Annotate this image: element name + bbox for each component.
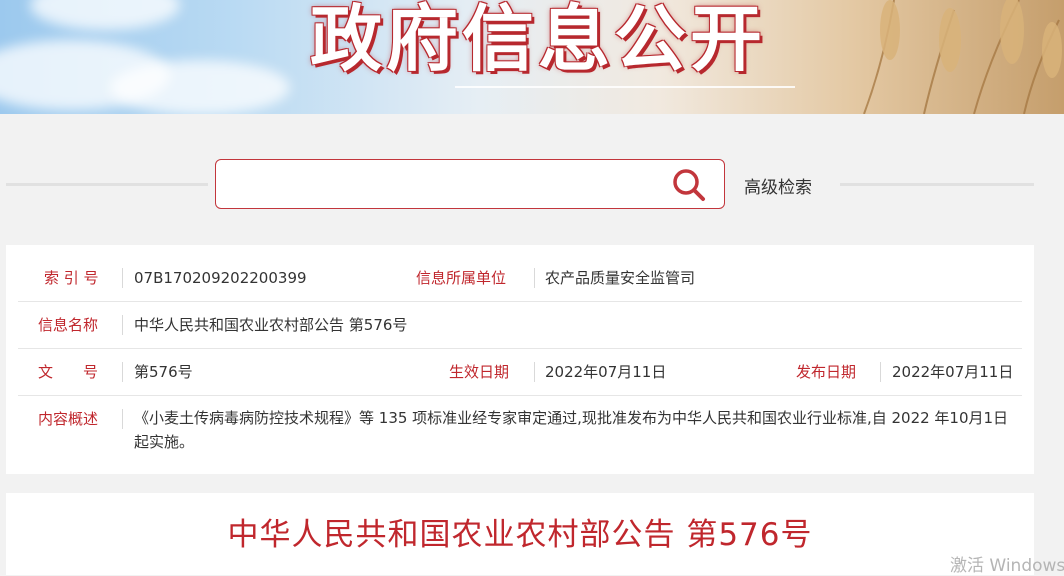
publish-date-label: 发布日期 [796,363,857,381]
document-content: 中华人民共和国农业农村部公告 第576号 [6,493,1034,575]
column-separator [122,315,123,335]
column-separator [534,268,535,288]
unit-value: 农产品质量安全监管司 [545,269,696,287]
banner-title: 政府信息公开 [310,0,767,81]
search-divider-right [840,183,1034,186]
name-value: 中华人民共和国农业农村部公告 第576号 [134,316,408,334]
search-box [215,159,725,209]
search-icon[interactable] [671,167,707,203]
name-label: 信息名称 [38,316,99,334]
wheat-decoration [863,0,1062,114]
docno-value: 第576号 [134,363,193,381]
info-row-summary: 内容概述 《小麦土传病毒病防控技术规程》等 135 项标准业经专家审定通过,现批… [18,396,1022,462]
header-banner: 政府信息公开 [0,0,1064,114]
advanced-search-link[interactable]: 高级检索 [744,173,812,198]
document-title: 中华人民共和国农业农村部公告 第576号 [227,517,813,553]
column-separator [122,409,123,429]
windows-activation-watermark: 激活 Windows [950,556,1064,576]
docno-label: 文 号 [38,363,99,381]
effective-date-label: 生效日期 [449,363,510,381]
summary-value: 《小麦土传病毒病防控技术规程》等 135 项标准业经专家审定通过,现批准发布为中… [134,409,1009,451]
column-separator [880,362,881,382]
info-row-docno: 文 号 第576号 生效日期 2022年07月11日 发布日期 2022年07月… [18,349,1022,396]
info-row-name: 信息名称 中华人民共和国农业农村部公告 第576号 [18,302,1022,349]
index-value: 07B170209202200399 [134,269,307,287]
search-divider-left [6,183,208,186]
cloud-decoration [110,60,290,114]
unit-label: 信息所属单位 [416,269,507,287]
column-separator [122,362,123,382]
column-separator [122,268,123,288]
publish-date-value: 2022年07月11日 [892,363,1014,381]
index-label: 索 引 号 [44,269,99,287]
info-row-index: 索 引 号 07B170209202200399 信息所属单位 农产品质量安全监… [18,255,1022,302]
summary-label: 内容概述 [38,410,99,428]
search-input[interactable] [226,166,660,204]
banner-divider [455,86,795,88]
column-separator [534,362,535,382]
document-info-table: 索 引 号 07B170209202200399 信息所属单位 农产品质量安全监… [6,245,1034,474]
cloud-decoration [30,0,180,30]
effective-date-value: 2022年07月11日 [545,363,667,381]
